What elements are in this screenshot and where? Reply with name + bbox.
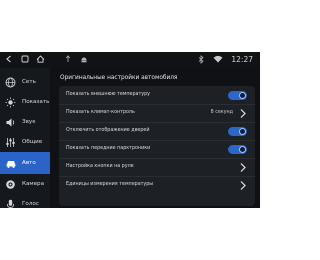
microphone-icon (4, 198, 17, 208)
settings-sidebar: Сеть Показать Звук Общие Авто Камера Гол… (0, 68, 50, 208)
network-globe-icon (4, 76, 17, 89)
sidebar-item-camera[interactable]: Камера (0, 174, 50, 194)
sidebar-item-label: Звук (22, 119, 36, 125)
clock-time: 12:27 (231, 55, 253, 64)
setting-label: Настройка кнопки на руле (66, 164, 134, 169)
setting-label: Единицы измерения температуры (66, 182, 154, 187)
sidebar-item-auto[interactable]: Авто (0, 152, 50, 174)
sidebar-item-label: Голос (22, 201, 39, 207)
home-square-icon[interactable] (20, 55, 30, 65)
chevron-right-icon[interactable] (238, 108, 247, 119)
toggle-knob (239, 92, 246, 99)
chevron-right-icon[interactable] (238, 180, 247, 191)
setting-row-steering-wheel-buttons[interactable]: Настройка кнопки на руле (59, 159, 255, 177)
setting-label: Показать внешнюю температуру (66, 92, 151, 97)
setting-row-door-display[interactable]: Отключить отображение дверей (59, 123, 255, 141)
setting-row-outside-temperature[interactable]: Показать внешнюю температуру (59, 87, 255, 105)
setting-label: Отключить отображение дверей (66, 128, 150, 133)
front-parking-sensors-toggle[interactable] (228, 145, 247, 154)
chevron-right-icon[interactable] (238, 162, 247, 173)
home-icon[interactable] (35, 55, 45, 65)
setting-value: 8 секунд (210, 110, 233, 115)
status-bar: 12:27 (0, 52, 260, 68)
sidebar-item-sound[interactable]: Звук (0, 112, 50, 132)
camera-icon (4, 178, 17, 191)
sidebar-item-label: Камера (22, 181, 45, 187)
sidebar-item-label: Авто (22, 160, 36, 166)
door-display-toggle[interactable] (228, 127, 247, 136)
general-sliders-icon (4, 136, 17, 149)
toggle-knob (239, 146, 246, 153)
setting-label: Показать передние парктроники (66, 146, 151, 151)
bluetooth-icon (196, 55, 206, 65)
setting-row-climate-control[interactable]: Показать климат-контроль 8 секунд (59, 105, 255, 123)
sidebar-item-label: Общие (22, 139, 43, 145)
sidebar-item-display[interactable]: Показать (0, 92, 50, 112)
page-title: Оригинальные настройки автомобиля (60, 75, 178, 81)
back-icon[interactable] (4, 55, 14, 65)
setting-label: Показать климат-контроль (66, 110, 135, 115)
settings-panel: Показать внешнюю температуру Показать кл… (59, 86, 255, 206)
sidebar-item-network[interactable]: Сеть (0, 72, 50, 92)
main-content: Оригинальные настройки автомобиля Показа… (53, 68, 255, 208)
setting-row-front-parking-sensors[interactable]: Показать передние парктроники (59, 141, 255, 159)
setting-row-temperature-units[interactable]: Единицы измерения температуры (59, 177, 255, 194)
toggle-knob (239, 128, 246, 135)
sidebar-item-voice[interactable]: Голос (0, 194, 50, 208)
head-unit-screen: 12:27 Сеть Показать Звук Общие Авто Каме… (0, 52, 260, 208)
display-sun-icon (4, 96, 17, 109)
outside-temperature-toggle[interactable] (228, 91, 247, 100)
wifi-icon (213, 55, 223, 65)
sidebar-item-label: Показать (22, 99, 50, 105)
sidebar-item-general[interactable]: Общие (0, 132, 50, 152)
usb-icon (63, 55, 73, 65)
car-icon (4, 157, 17, 170)
speaker-icon (4, 116, 17, 129)
android-icon (79, 55, 89, 65)
sidebar-item-label: Сеть (22, 79, 36, 85)
